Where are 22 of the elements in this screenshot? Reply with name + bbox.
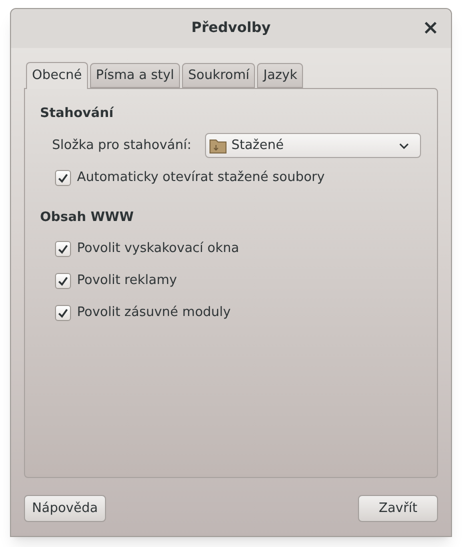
checkbox-label: Automaticky otevírat stažené soubory xyxy=(77,168,325,187)
window-title: Předvolby xyxy=(191,19,271,38)
checkbox[interactable] xyxy=(55,273,71,289)
folder-icon xyxy=(209,138,228,154)
section-heading: Stahování xyxy=(40,105,115,123)
tab[interactable]: Jazyk xyxy=(257,63,304,88)
tab[interactable]: Soukromí xyxy=(182,63,256,88)
section-heading: Obsah WWW xyxy=(40,208,135,226)
tab[interactable]: Písma a styl xyxy=(90,63,180,88)
checkbox-label: Povolit reklamy xyxy=(77,272,177,290)
help-button[interactable]: Nápověda xyxy=(24,495,106,522)
field-label: Složka pro stahování: xyxy=(52,136,192,155)
checkbox-label: Povolit zásuvné moduly xyxy=(77,304,231,322)
chevron-down-icon xyxy=(399,142,410,148)
folder-dropdown[interactable]: Stažené xyxy=(205,133,422,158)
close-button[interactable]: × xyxy=(422,17,439,37)
checkbox[interactable] xyxy=(55,305,71,321)
tab[interactable]: Obecné xyxy=(26,62,88,89)
checkbox[interactable] xyxy=(55,170,71,186)
checkbox-label: Povolit vyskakovací okna xyxy=(77,240,240,258)
checkbox[interactable] xyxy=(55,241,71,257)
close-dialog-button[interactable]: Zavřít xyxy=(358,495,438,522)
